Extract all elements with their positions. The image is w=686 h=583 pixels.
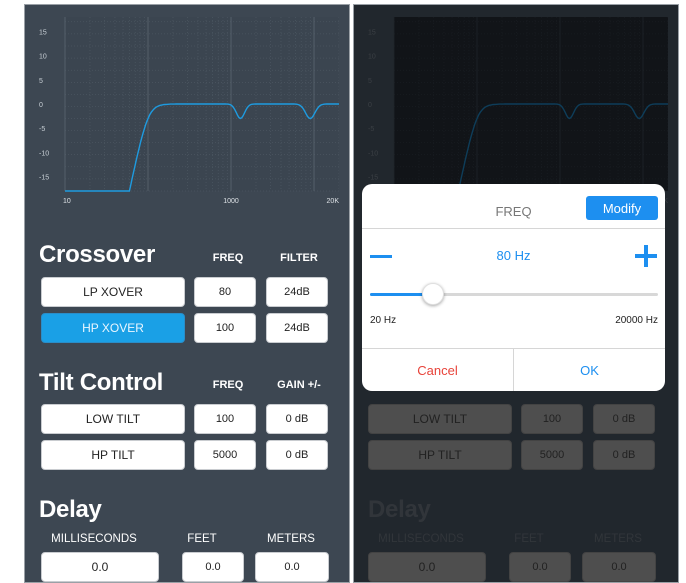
crossover-filter-header: FILTER [280,252,318,264]
dialog-divider-top [362,228,665,229]
hp-xover-filter-field[interactable]: 24dB [266,313,328,343]
freq-slider-thumb[interactable] [422,283,445,305]
left-screen: 15 10 5 0 -5 -10 -15 10 1000 20K Crossover FREQ F… [24,4,350,583]
cancel-button[interactable]: Cancel [362,349,513,391]
delay-title: Delay [39,496,102,523]
crossover-title: Crossover [39,241,156,268]
meters-header: METERS [267,533,315,545]
tilt-title: Tilt Control [39,369,163,396]
eq-graph: 15 10 5 0 -5 -10 -15 10 1000 20K [37,13,339,213]
y-tick-label: 15 [39,30,47,37]
lp-xover-freq-field[interactable]: 80 [194,277,256,307]
ms-header: MILLISECONDS [51,533,137,545]
y-tick-label: 10 [39,54,47,61]
modify-button[interactable]: Modify [586,196,658,220]
plus-icon[interactable] [635,245,657,267]
slider-min-label: 20 Hz [370,315,397,326]
freq-dialog: FREQ Modify 80 Hz 20 Hz 20000 Hz Cancel … [362,184,665,391]
freq-value: 80 Hz [496,248,531,263]
y-tick-label: 0 [39,102,43,109]
tilt-gain-header: GAIN +/- [277,379,321,391]
x-tick-label: 10 [63,198,71,205]
feet-header: FEET [187,533,217,545]
hp-xover-freq-field[interactable]: 100 [194,313,256,343]
freq-slider[interactable] [370,283,658,305]
x-tick-label: 20K [327,198,339,205]
low-tilt-button[interactable]: LOW TILT [41,404,185,434]
hp-tilt-freq-field[interactable]: 5000 [194,440,256,470]
tilt-freq-header: FREQ [212,379,244,391]
stage: 15 10 5 0 -5 -10 -15 10 1000 20K Crossover FREQ F… [0,0,686,583]
hp-tilt-gain-field[interactable]: 0 dB [266,440,328,470]
eq-graph-svg: 15 10 5 0 -5 -10 -15 10 1000 20K [39,17,339,205]
y-tick-label: -10 [39,150,49,157]
slider-max-label: 20000 Hz [615,315,658,326]
ok-button[interactable]: OK [514,349,665,391]
y-tick-label: 5 [39,78,43,85]
lp-xover-filter-field[interactable]: 24dB [266,277,328,307]
low-tilt-freq-field[interactable]: 100 [194,404,256,434]
x-tick-label: 1000 [223,198,239,205]
low-tilt-gain-field[interactable]: 0 dB [266,404,328,434]
feet-field[interactable]: 0.0 [182,552,244,582]
milliseconds-field[interactable]: 0.0 [41,552,159,582]
right-screen: 151050-5-10-1510100020K Tilt Control LOW… [353,4,679,583]
crossover-freq-header: FREQ [212,252,244,264]
y-tick-label: -5 [39,126,45,133]
hp-tilt-button[interactable]: HP TILT [41,440,185,470]
hp-xover-button[interactable]: HP XOVER [41,313,185,343]
plus-icon-bar-v [644,245,648,267]
y-tick-label: -15 [39,175,49,182]
meters-field[interactable]: 0.0 [255,552,329,582]
lp-xover-button[interactable]: LP XOVER [41,277,185,307]
